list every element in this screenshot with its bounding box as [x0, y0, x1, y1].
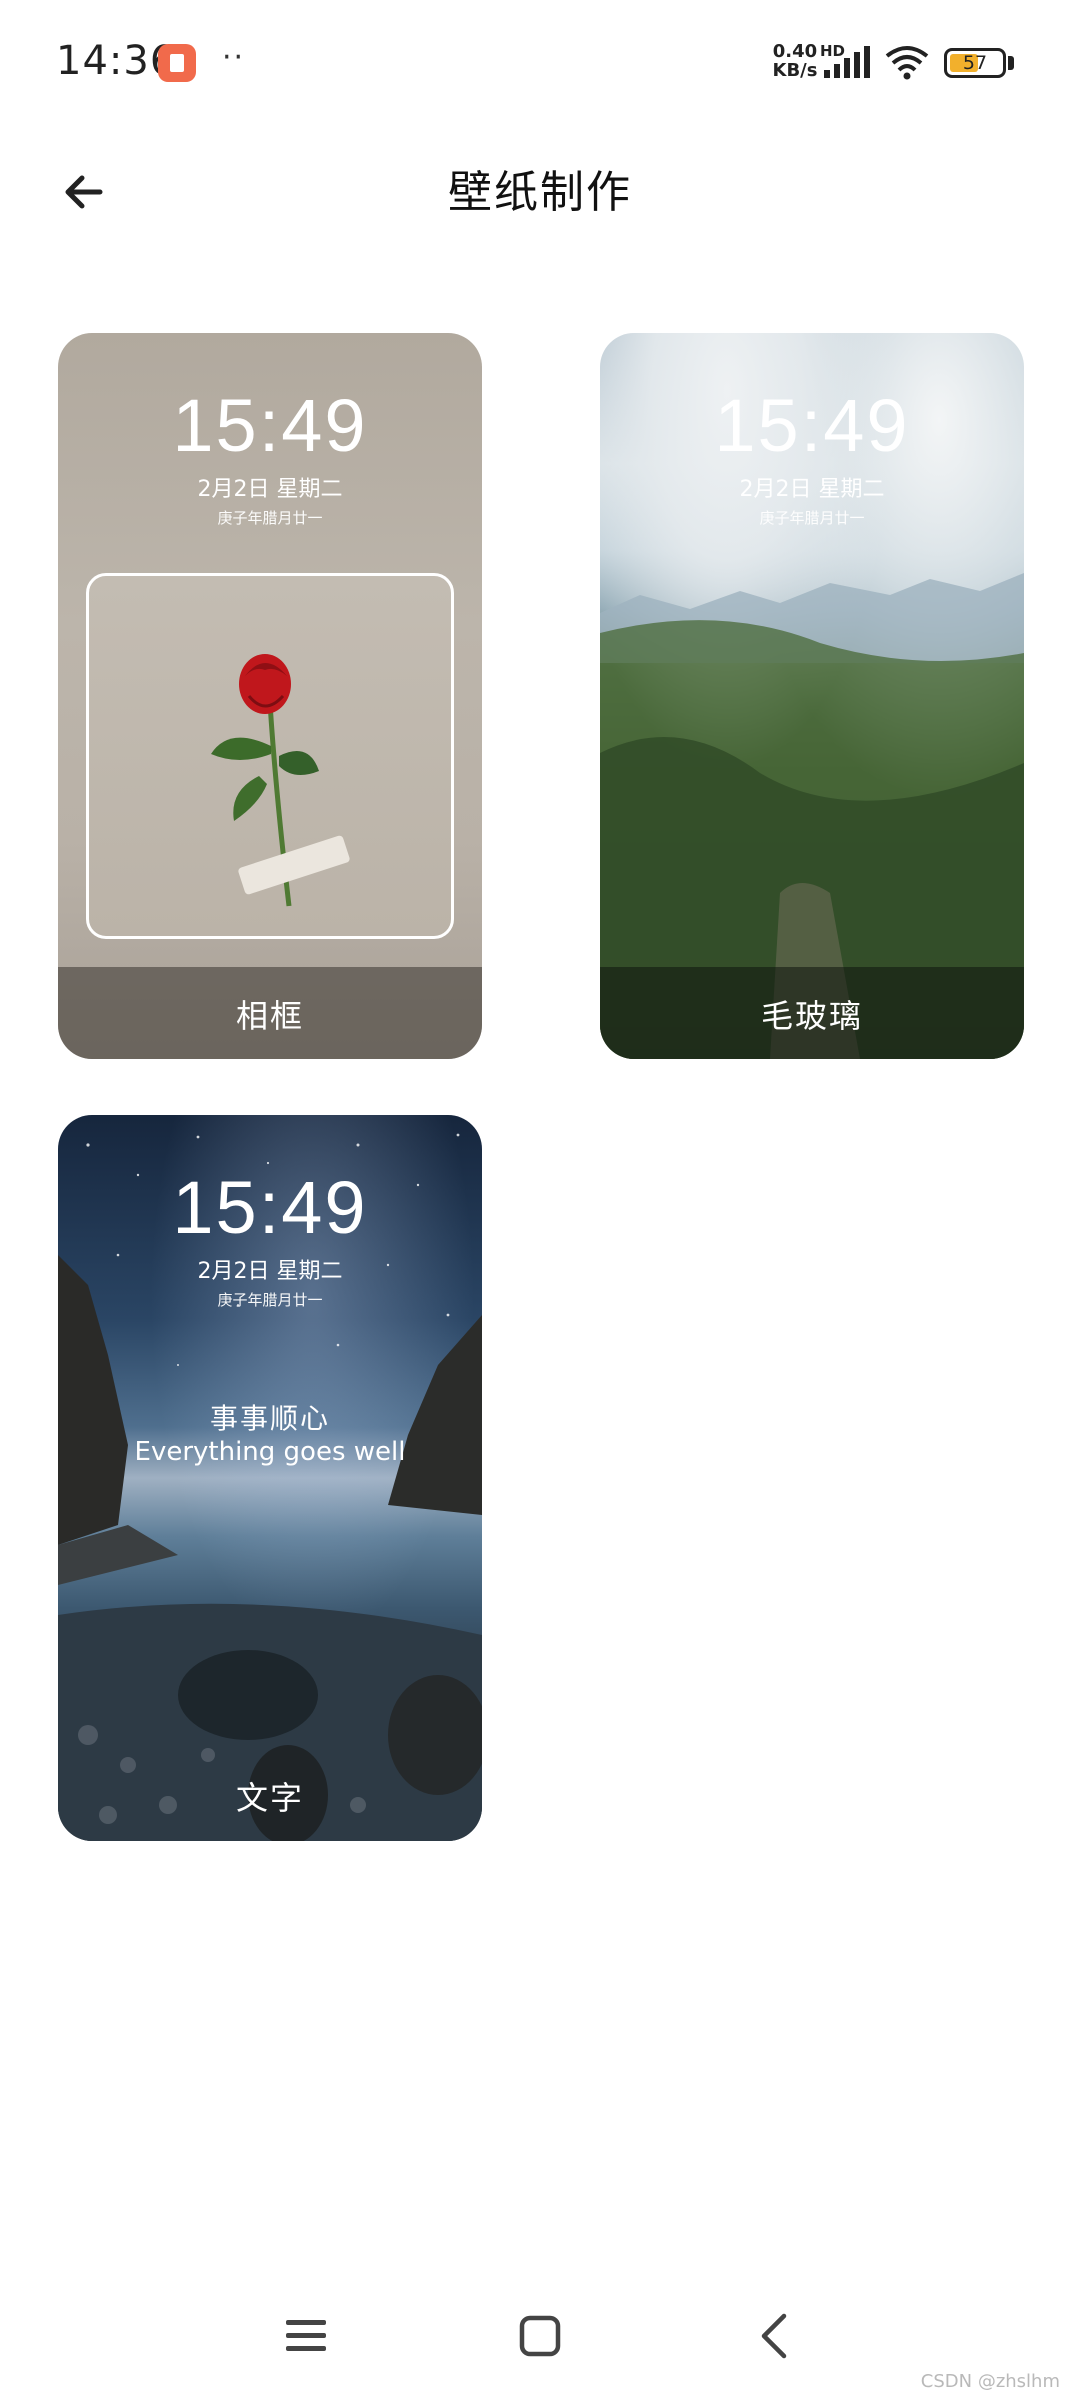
card-date: 2月2日 星期二 — [197, 1259, 343, 1284]
system-navigation-bar — [0, 2296, 1080, 2376]
watermark: CSDN @zhslhm — [920, 2371, 1060, 2392]
card-lunar-date: 庚子年腊月廿一 — [217, 1291, 323, 1309]
network-speed: 0.40 KB/s — [768, 42, 822, 80]
motto-chinese: 事事顺心 — [209, 1402, 330, 1435]
card-clock: 15:49 — [172, 1166, 368, 1249]
motto-english: Everything goes well — [134, 1437, 406, 1467]
home-square-icon — [519, 2315, 561, 2357]
network-speed-value: 0.40 — [772, 41, 818, 62]
cellular-signal-icon — [824, 46, 870, 78]
card-clock: 15:49 — [714, 384, 910, 467]
card-label: 文字 — [235, 1779, 304, 1817]
battery-level: 57 — [962, 52, 988, 74]
status-bar: 14:36 ·· 0.40 KB/s HD 57 — [0, 0, 1080, 130]
system-back-button[interactable] — [734, 2296, 814, 2376]
rose-image — [211, 654, 350, 907]
home-button[interactable] — [500, 2296, 580, 2376]
card-label-bar: 文字 — [58, 1749, 482, 1841]
page-title: 壁纸制作 — [448, 167, 632, 218]
wallpaper-card-text[interactable]: 15:49 2月2日 星期二 庚子年腊月廿一 事事顺心 Everything g… — [58, 1115, 482, 1841]
card-date: 2月2日 星期二 — [739, 477, 885, 502]
battery-icon: 57 — [944, 48, 1006, 78]
card-label-bar: 相框 — [58, 967, 482, 1059]
wallpaper-card-frosted-glass[interactable]: 15:49 2月2日 星期二 庚子年腊月廿一 毛玻璃 — [600, 333, 1024, 1059]
card-date: 2月2日 星期二 — [197, 477, 343, 502]
card-lunar-date: 庚子年腊月廿一 — [217, 509, 323, 527]
network-speed-unit: KB/s — [772, 60, 818, 81]
menu-icon — [286, 2320, 326, 2351]
recent-apps-button[interactable] — [266, 2296, 346, 2376]
wallpaper-card-frame[interactable]: 15:49 2月2日 星期二 庚子年腊月廿一 相框 — [58, 333, 482, 1059]
wifi-icon — [885, 46, 929, 80]
card-lunar-date: 庚子年腊月廿一 — [759, 509, 865, 527]
card-label-bar: 毛玻璃 — [600, 967, 1024, 1059]
chevron-left-icon — [761, 2313, 787, 2359]
card-label: 毛玻璃 — [760, 997, 863, 1035]
card-label: 相框 — [235, 997, 304, 1035]
photo-frame — [86, 573, 454, 939]
more-notifications-icon: ·· — [222, 40, 246, 75]
card-clock: 15:49 — [172, 384, 368, 467]
notification-app-icon — [158, 44, 196, 82]
